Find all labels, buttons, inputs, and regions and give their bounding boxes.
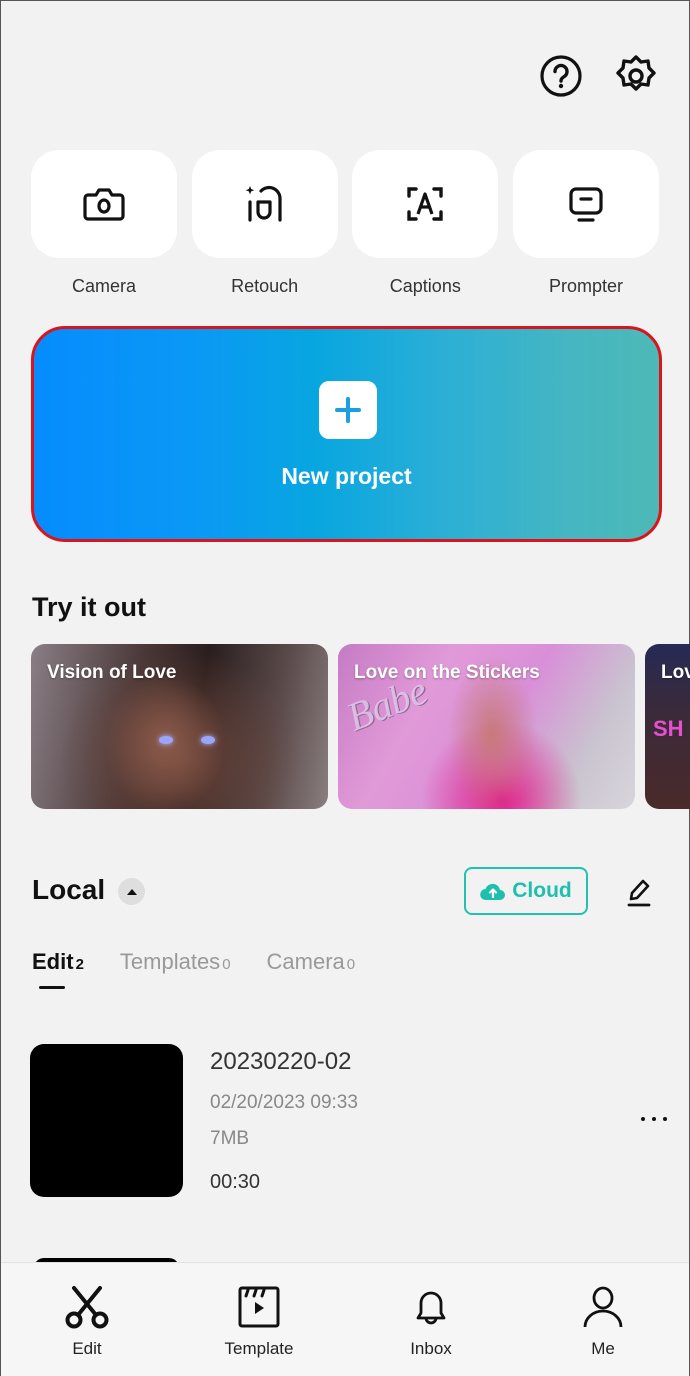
template-card-partial[interactable]: Lov SH [645, 644, 690, 809]
manage-projects-button[interactable] [623, 875, 655, 909]
nav-label: Me [591, 1339, 615, 1358]
project-thumbnail[interactable] [30, 1044, 183, 1197]
project-date: 02/20/2023 09:33 [210, 1092, 358, 1113]
help-circle-icon [540, 55, 582, 97]
more-dot-icon [652, 1117, 656, 1121]
tab-camera[interactable]: Camera 0 [267, 949, 356, 975]
tool-prompter-tile[interactable] [512, 150, 659, 258]
person-icon [583, 1286, 623, 1328]
quick-tools: Camera Retouch Captions Prompter [31, 150, 659, 297]
card-image-detail [159, 736, 173, 744]
tool-captions[interactable]: Captions [352, 150, 499, 297]
nav-label: Template [224, 1339, 294, 1358]
nav-inbox[interactable]: Inbox [345, 1263, 517, 1376]
tool-label: Camera [71, 276, 137, 296]
bottom-nav: Edit Template Inbox Me [1, 1262, 689, 1376]
more-dot-icon [641, 1117, 645, 1121]
try-it-out-title: Try it out [32, 592, 146, 622]
pencil-icon [627, 879, 651, 907]
plus-icon-box [319, 381, 377, 439]
plus-icon [335, 397, 361, 423]
template-clapper-icon [238, 1286, 280, 1328]
help-button[interactable] [538, 53, 584, 99]
more-dot-icon [663, 1117, 667, 1121]
card-overlay-text: SH [653, 716, 684, 741]
tab-label: Templates [119, 949, 221, 974]
tool-label: Captions [389, 276, 461, 296]
tab-count: 0 [222, 956, 231, 973]
tool-captions-tile[interactable] [352, 150, 499, 258]
tool-camera[interactable]: Camera [31, 150, 177, 297]
tab-templates[interactable]: Templates 0 [120, 949, 231, 975]
nav-edit[interactable]: Edit [1, 1263, 173, 1376]
template-card-vision-of-love[interactable]: Vision of Love [31, 644, 328, 809]
prompter-icon [569, 187, 603, 222]
template-card-love-on-the-stickers[interactable]: Babe Love on the Stickers [338, 644, 635, 809]
collapse-local-button[interactable] [118, 878, 145, 905]
tool-label: Prompter [548, 276, 623, 296]
settings-button[interactable] [613, 53, 659, 99]
tab-count: 0 [346, 956, 356, 973]
project-name[interactable]: 20230220-02 [210, 1048, 351, 1076]
new-project-button[interactable]: New project [31, 326, 662, 542]
tab-label: Camera [266, 949, 345, 974]
tool-retouch[interactable]: Retouch [191, 150, 338, 297]
card-title: Lov [661, 662, 690, 683]
cloud-label: Cloud [512, 879, 572, 902]
tab-edit[interactable]: Edit 2 [32, 949, 84, 975]
card-title: Love on the Stickers [354, 662, 540, 683]
new-project-label: New project [281, 463, 412, 489]
cloud-upload-icon [480, 883, 506, 901]
tool-retouch-tile[interactable] [191, 150, 338, 258]
scissors-icon [65, 1286, 109, 1329]
cloud-button[interactable]: Cloud [464, 867, 588, 915]
tab-label: Edit [32, 949, 74, 974]
card-title: Vision of Love [47, 662, 177, 683]
nav-template[interactable]: Template [173, 1263, 345, 1376]
nav-label: Inbox [410, 1339, 452, 1358]
project-duration: 00:30 [210, 1171, 261, 1193]
tool-prompter[interactable]: Prompter [512, 150, 659, 297]
active-tab-indicator [39, 986, 65, 989]
camera-icon [83, 188, 125, 221]
tool-camera-tile[interactable] [31, 150, 177, 258]
captions-icon [407, 187, 444, 221]
retouch-icon [245, 185, 282, 222]
nav-me[interactable]: Me [517, 1263, 689, 1376]
project-more-button[interactable] [631, 1101, 677, 1137]
caret-up-icon [126, 888, 137, 895]
tool-label: Retouch [231, 276, 299, 296]
nav-label: Edit [72, 1339, 102, 1358]
gear-icon [616, 55, 656, 91]
local-title: Local [32, 874, 106, 905]
tab-count: 2 [75, 956, 84, 973]
local-tabs: Edit 2 Templates 0 Camera 0 [32, 949, 355, 975]
card-image-detail [201, 736, 215, 744]
bell-icon [416, 1291, 446, 1325]
project-size: 7MB [210, 1128, 250, 1149]
